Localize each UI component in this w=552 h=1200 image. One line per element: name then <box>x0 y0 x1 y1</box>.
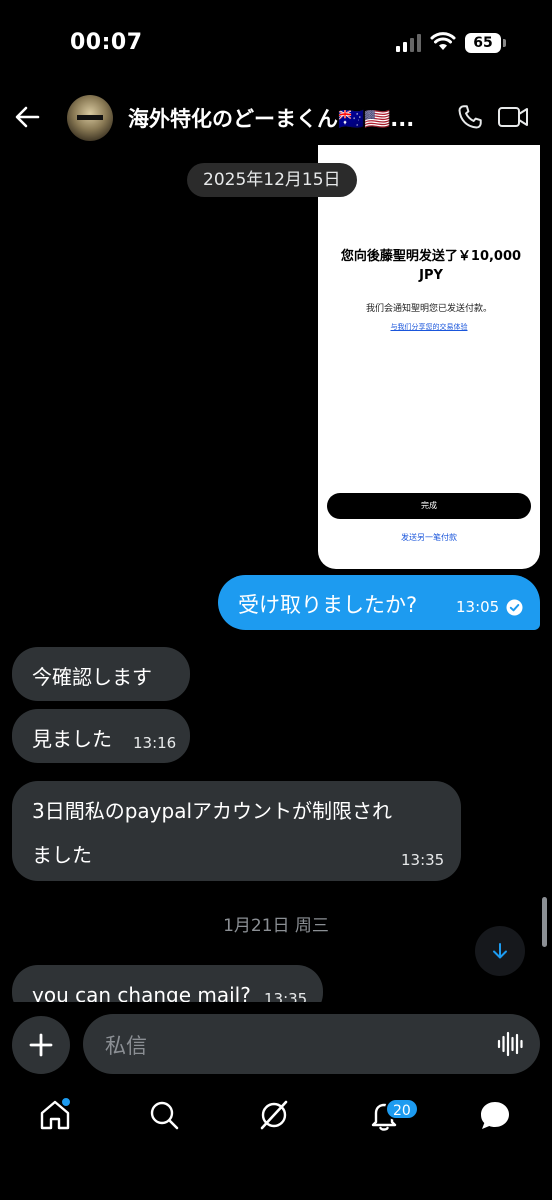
add-attachment-button[interactable] <box>12 1016 70 1074</box>
message-bubble-out[interactable]: 受け取りましたか? 13:05 <box>218 575 540 630</box>
conversation-title[interactable]: 海外特化のどーまくん🇦🇺🇺🇸... <box>128 103 414 133</box>
message-input[interactable]: 私信 <box>83 1014 540 1074</box>
scrollbar[interactable] <box>542 897 547 947</box>
status-bar: 00:07 65 <box>0 0 552 88</box>
message-bubble-in[interactable]: 今確認します <box>12 647 190 701</box>
chat-icon[interactable] <box>477 1098 513 1132</box>
share-experience-link: 与我们分享您的交易体验 <box>390 323 468 331</box>
message-text: 受け取りましたか? <box>238 593 418 617</box>
payment-screenshot-image[interactable]: 您向後藤聖明发送了￥10,000 JPY 我们会通知聖明您已发送付款。 与我们分… <box>318 145 540 569</box>
back-arrow-icon[interactable] <box>12 102 42 132</box>
message-time: 13:16 <box>133 734 177 752</box>
message-text: 今確認します <box>32 665 152 689</box>
status-time: 00:07 <box>70 30 143 55</box>
plus-icon <box>29 1033 53 1057</box>
phone-icon[interactable] <box>456 103 484 131</box>
date-pill: 2025年12月15日 <box>187 163 357 197</box>
video-icon[interactable] <box>497 104 529 130</box>
waveform-icon[interactable] <box>497 1031 523 1057</box>
grok-icon[interactable] <box>257 1098 291 1132</box>
payment-sent-title: 您向後藤聖明发送了￥10,000 JPY <box>340 249 522 283</box>
payment-notify-text: 我们会通知聖明您已发送付款。 <box>365 304 492 314</box>
search-icon[interactable] <box>147 1098 181 1132</box>
send-another-link: 发送另一笔付款 <box>401 533 457 542</box>
battery-tip <box>503 39 506 47</box>
arrow-down-icon <box>493 943 507 959</box>
message-text-line1: 3日間私のpaypalアカウントが制限され <box>32 799 393 823</box>
message-input-placeholder: 私信 <box>105 1034 147 1058</box>
check-icon <box>506 599 523 616</box>
signal-icon <box>396 34 421 52</box>
home-notification-dot <box>61 1097 71 1107</box>
scroll-down-button[interactable] <box>475 926 525 976</box>
message-text-line2: ました <box>32 843 92 867</box>
message-time: 13:35 <box>401 851 445 869</box>
battery-indicator: 65 <box>465 33 501 53</box>
conversation-header: 海外特化のどーまくん🇦🇺🇺🇸... <box>0 88 552 148</box>
message-bubble-in[interactable]: 見ました 13:16 <box>12 709 190 763</box>
message-time: 13:05 <box>456 598 500 616</box>
date-separator: 1月21日 周三 <box>223 916 329 936</box>
message-text: 見ました <box>32 727 112 751</box>
avatar[interactable] <box>67 95 113 141</box>
done-button: 完成 <box>327 493 531 519</box>
message-bubble-in[interactable]: 3日間私のpaypalアカウントが制限され ました 13:35 <box>12 781 461 881</box>
wifi-icon <box>430 32 456 50</box>
notifications-badge: 20 <box>385 1098 419 1120</box>
